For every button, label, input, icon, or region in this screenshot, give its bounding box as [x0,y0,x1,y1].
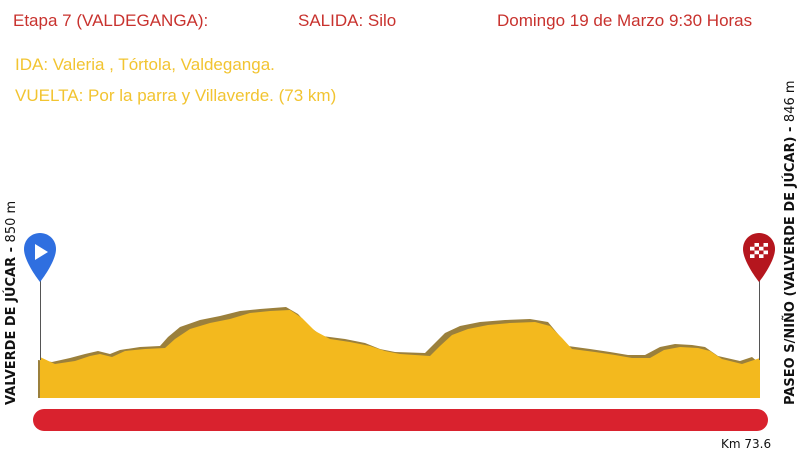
finish-pole [759,275,760,360]
checkered-flag-icon [750,243,768,258]
finish-marker [743,233,775,282]
distance-label: Km 73.6 [721,437,772,451]
elevation-profile [38,307,760,398]
start-marker [24,233,56,282]
distance-bar [33,409,768,431]
